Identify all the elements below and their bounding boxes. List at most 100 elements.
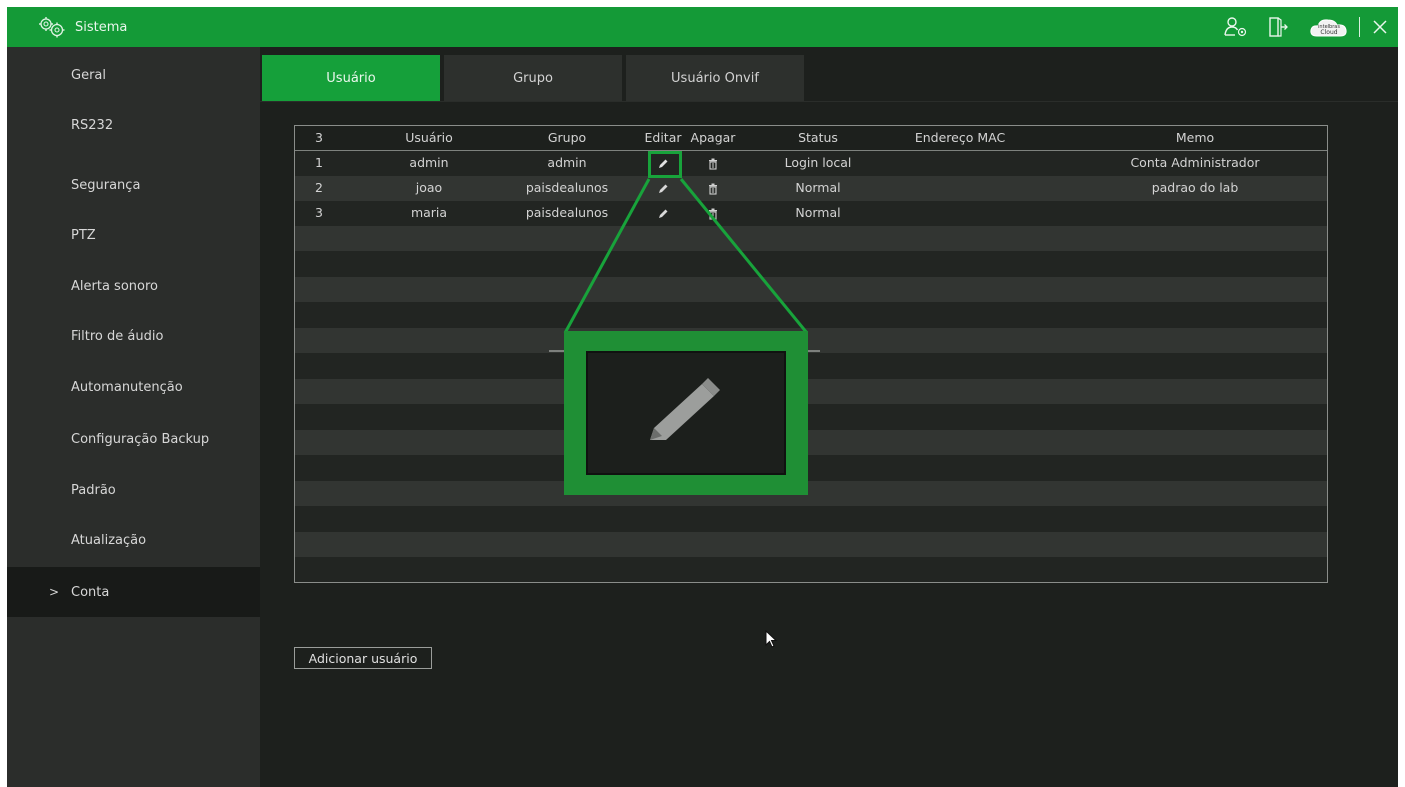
header-count: 3 xyxy=(315,130,323,145)
zoom-stub-line xyxy=(808,350,820,352)
row-mac xyxy=(905,201,1015,226)
window-title: Sistema xyxy=(75,19,128,35)
row-group: paisdealunos xyxy=(525,180,609,195)
row-memo: Conta Administrador xyxy=(1130,155,1260,170)
pencil-icon xyxy=(659,209,668,218)
trash-icon xyxy=(709,158,717,170)
sidebar-item-label: PTZ xyxy=(71,227,96,243)
mouse-cursor-icon xyxy=(765,630,778,648)
row-status: Normal xyxy=(795,205,841,220)
close-icon[interactable] xyxy=(1370,19,1390,35)
sidebar-item-label: Geral xyxy=(71,67,106,83)
table-row[interactable]: 3 maria paisdealunos Normal xyxy=(295,201,1327,226)
delete-button[interactable] xyxy=(688,151,738,176)
table-header: 3 Usuário Grupo Editar Apagar Status End… xyxy=(295,126,1327,151)
header-group[interactable]: Grupo xyxy=(517,126,617,151)
row-number: 2 xyxy=(315,180,323,195)
sidebar-item-padrao[interactable]: Padrão xyxy=(7,465,260,515)
edit-button[interactable] xyxy=(642,176,684,201)
row-number: 1 xyxy=(315,155,323,170)
header-status[interactable]: Status xyxy=(773,126,863,151)
header-delete: Apagar xyxy=(690,130,736,145)
empty-row xyxy=(295,532,1327,557)
tab-usuario-onvif[interactable]: Usuário Onvif xyxy=(626,55,804,101)
empty-row xyxy=(295,557,1327,582)
sidebar-item-configuracao-backup[interactable]: Configuração Backup xyxy=(7,414,260,464)
row-status: Login local xyxy=(784,155,852,170)
sidebar-item-filtro-de-audio[interactable]: Filtro de áudio xyxy=(7,311,260,361)
chevron-right-icon: > xyxy=(49,585,60,599)
empty-row xyxy=(295,430,1327,455)
empty-row xyxy=(295,226,1327,251)
tab-divider xyxy=(260,101,1398,102)
title-bar-actions: intelbras Cloud xyxy=(1221,7,1398,47)
row-mac xyxy=(905,151,1015,176)
header-edit: Editar xyxy=(644,130,682,145)
sidebar-item-rs232[interactable]: RS232 xyxy=(7,100,260,150)
row-group: paisdealunos xyxy=(525,205,609,220)
tab-grupo[interactable]: Grupo xyxy=(444,55,622,101)
edit-highlight-frame xyxy=(648,151,682,178)
row-user: admin xyxy=(409,155,449,170)
gears-icon xyxy=(37,15,73,39)
sidebar-item-label: RS232 xyxy=(71,117,114,133)
trash-icon xyxy=(709,208,717,220)
row-memo xyxy=(1075,201,1315,226)
empty-row xyxy=(295,379,1327,404)
empty-row xyxy=(295,455,1327,480)
sidebar: Geral RS232 Segurança PTZ Alerta sonoro … xyxy=(7,47,260,787)
pencil-icon xyxy=(659,184,668,193)
add-user-button[interactable]: Adicionar usuário xyxy=(294,647,432,669)
row-user: maria xyxy=(410,205,448,220)
header-user[interactable]: Usuário xyxy=(389,126,469,151)
empty-row xyxy=(295,277,1327,302)
row-user: joao xyxy=(415,180,443,195)
sidebar-item-label: Configuração Backup xyxy=(71,431,210,447)
title-bar: Sistema intelbras Cloud xyxy=(7,7,1398,47)
zoom-stub-line xyxy=(549,350,565,352)
intelbras-cloud-icon[interactable]: intelbras Cloud xyxy=(1309,16,1349,38)
zoom-content xyxy=(586,351,786,475)
sidebar-item-ptz[interactable]: PTZ xyxy=(7,210,260,260)
edit-button[interactable] xyxy=(642,201,684,226)
cloud-label-text: Cloud xyxy=(1320,29,1337,36)
pencil-icon xyxy=(650,378,720,440)
user-settings-icon[interactable] xyxy=(1221,16,1251,38)
trash-icon xyxy=(709,183,717,195)
sidebar-item-label: Automanutenção xyxy=(71,379,183,395)
row-status: Normal xyxy=(795,180,841,195)
header-memo[interactable]: Memo xyxy=(1075,126,1315,151)
row-number: 3 xyxy=(315,205,323,220)
sidebar-item-conta[interactable]: > Conta xyxy=(7,567,260,617)
sidebar-item-automanutencao[interactable]: Automanutenção xyxy=(7,362,260,412)
empty-row xyxy=(295,251,1327,276)
header-mac[interactable]: Endereço MAC xyxy=(905,126,1015,151)
row-memo: padrao do lab xyxy=(1151,180,1239,195)
row-mac xyxy=(905,176,1015,201)
empty-row xyxy=(295,481,1327,506)
sidebar-item-seguranca[interactable]: Segurança xyxy=(7,160,260,210)
row-group: admin xyxy=(547,155,587,170)
sidebar-item-label: Segurança xyxy=(71,177,141,193)
delete-button[interactable] xyxy=(688,176,738,201)
sidebar-item-label: Atualização xyxy=(71,532,147,548)
empty-row xyxy=(295,353,1327,378)
main-panel: Usuário Grupo Usuário Onvif 3 Usuário Gr… xyxy=(260,47,1398,787)
table-row[interactable]: 2 joao paisdealunos Normal padrao do lab xyxy=(295,176,1327,201)
delete-button[interactable] xyxy=(688,201,738,226)
screen: Sistema intelbras Cloud Geral RS232 Segu… xyxy=(7,7,1398,787)
zoom-callout xyxy=(564,331,808,495)
empty-row xyxy=(295,404,1327,429)
logout-icon[interactable] xyxy=(1265,16,1291,38)
table-row[interactable]: 1 admin admin Login local Conta Administ… xyxy=(295,151,1327,176)
sidebar-item-atualizacao[interactable]: Atualização xyxy=(7,515,260,565)
sidebar-item-label: Filtro de áudio xyxy=(71,328,164,344)
sidebar-item-label: Alerta sonoro xyxy=(71,278,158,294)
tab-usuario[interactable]: Usuário xyxy=(262,55,440,101)
title-bar-separator xyxy=(1359,17,1360,37)
sidebar-item-geral[interactable]: Geral xyxy=(7,50,260,100)
user-table: 3 Usuário Grupo Editar Apagar Status End… xyxy=(294,125,1328,583)
tab-bar: Usuário Grupo Usuário Onvif xyxy=(262,55,808,101)
sidebar-item-alerta-sonoro[interactable]: Alerta sonoro xyxy=(7,261,260,311)
empty-row xyxy=(295,506,1327,531)
